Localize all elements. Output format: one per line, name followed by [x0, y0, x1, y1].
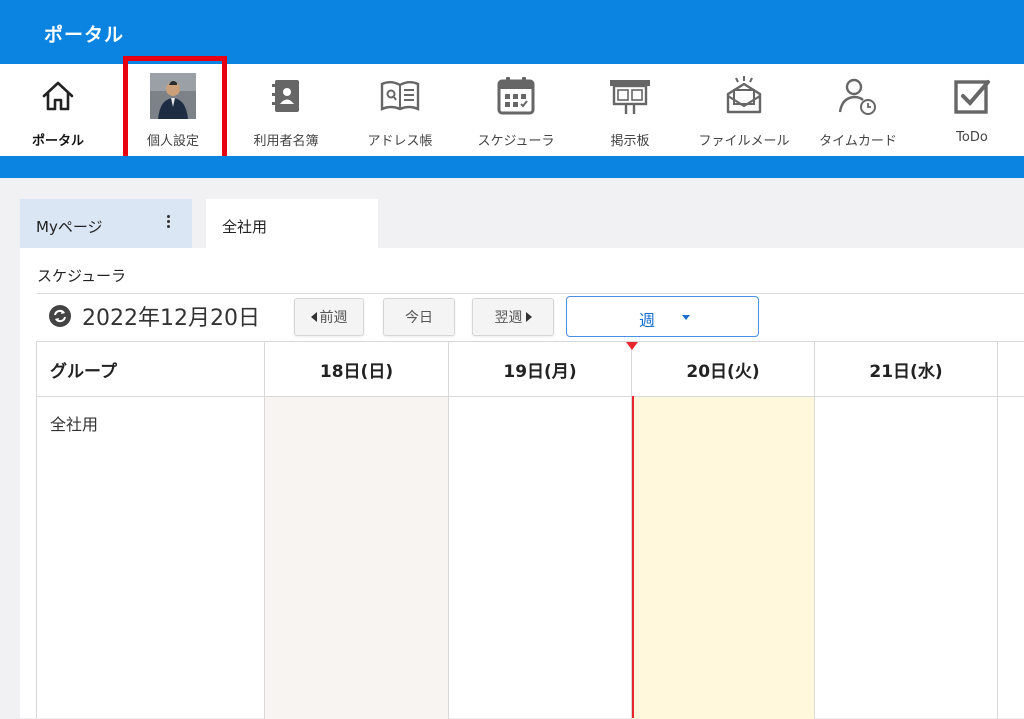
group-name[interactable]: 全社用 — [37, 397, 264, 719]
nav-bulletin-board-label: 掲示板 — [610, 134, 650, 149]
nav-todo[interactable]: ToDo — [926, 64, 1018, 156]
day-header-partial[interactable] — [998, 342, 1024, 397]
main-nav: ポータル 個人設定 利用者名簿 アドレス帳 スケジューラ 掲示板 ファイルメール… — [0, 64, 1024, 156]
day-header[interactable]: 18日(日) — [265, 342, 448, 397]
day-header[interactable]: 21日(水) — [815, 342, 997, 397]
panel-divider — [37, 293, 1024, 294]
nav-scheduler[interactable]: スケジューラ — [466, 64, 566, 156]
tab-company-label: 全社用 — [222, 218, 268, 236]
today-label: 今日 — [405, 310, 433, 326]
current-date: 2022年12月20日 — [82, 306, 260, 331]
nav-portal-label: ポータル — [31, 134, 84, 149]
day-column: 18日(日) — [265, 342, 449, 719]
today-button[interactable]: 今日 — [383, 298, 455, 336]
tab-mypage-label: Myページ — [36, 218, 103, 236]
day-cell[interactable] — [632, 397, 814, 719]
nav-personal-settings-label: 個人設定 — [146, 134, 199, 149]
prev-week-label: 前週 — [319, 310, 348, 326]
day-column-today: 20日(火) — [632, 342, 815, 719]
day-header[interactable]: 20日(火) — [632, 342, 814, 397]
day-cell[interactable] — [998, 397, 1024, 719]
chevron-down-icon — [682, 315, 690, 320]
nav-time-card-label: タイムカード — [819, 134, 897, 149]
next-week-button[interactable]: 翌週 — [472, 298, 554, 336]
nav-address-book-label: アドレス帳 — [367, 134, 433, 149]
nav-file-mail-label: ファイルメール — [698, 134, 790, 149]
nav-personal-settings[interactable]: 個人設定 — [125, 64, 221, 156]
file-mail-icon — [720, 72, 768, 120]
day-cell[interactable] — [449, 397, 631, 719]
todo-check-icon — [948, 72, 996, 120]
timecard-icon — [834, 72, 882, 120]
nav-portal[interactable]: ポータル — [12, 64, 104, 156]
more-options-icon[interactable] — [164, 213, 172, 233]
current-time-marker — [626, 342, 638, 350]
day-column-partial — [998, 342, 1024, 719]
day-cell[interactable] — [815, 397, 997, 719]
nav-underline-bar — [0, 156, 1024, 178]
group-header: グループ — [37, 342, 264, 397]
contact-book-icon — [262, 72, 310, 120]
app-title: ポータル — [44, 24, 125, 46]
app-header: ポータル — [0, 0, 1024, 64]
arrow-left-icon — [310, 312, 317, 322]
address-book-icon — [376, 72, 424, 120]
arrow-right-icon — [525, 312, 532, 322]
prev-week-button[interactable]: 前週 — [294, 298, 364, 336]
bulletin-board-icon — [606, 72, 654, 120]
day-header[interactable]: 19日(月) — [449, 342, 631, 397]
view-select[interactable]: 週 — [566, 296, 759, 337]
group-column: グループ 全社用 — [37, 342, 265, 719]
day-column: 21日(水) — [815, 342, 998, 719]
nav-scheduler-label: スケジューラ — [477, 134, 555, 149]
next-week-label: 翌週 — [494, 310, 523, 326]
day-column: 19日(月) — [449, 342, 632, 719]
nav-bulletin-board[interactable]: 掲示板 — [584, 64, 676, 156]
nav-time-card[interactable]: タイムカード — [810, 64, 906, 156]
refresh-icon[interactable] — [48, 304, 72, 328]
day-cell[interactable] — [265, 397, 448, 719]
schedule-grid: グループ 全社用 18日(日) 19日(月) 20日(火) 21日(水) — [36, 341, 1024, 719]
nav-member-list-label: 利用者名簿 — [253, 134, 319, 149]
current-time-line — [632, 396, 634, 718]
calendar-icon — [492, 72, 540, 120]
tab-company[interactable]: 全社用 — [206, 199, 378, 248]
view-select-value: 週 — [639, 311, 656, 330]
user-photo-avatar — [149, 72, 197, 120]
panel-title: スケジューラ — [37, 267, 126, 285]
nav-address-book[interactable]: アドレス帳 — [354, 64, 446, 156]
home-icon — [34, 72, 82, 120]
nav-file-mail[interactable]: ファイルメール — [692, 64, 796, 156]
tab-mypage[interactable]: Myページ — [20, 199, 192, 248]
nav-todo-label: ToDo — [956, 130, 988, 145]
nav-member-list[interactable]: 利用者名簿 — [240, 64, 332, 156]
